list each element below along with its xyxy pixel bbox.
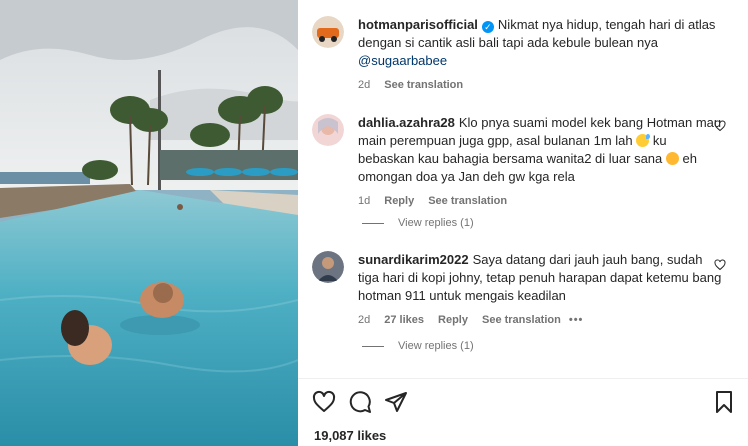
avatar[interactable] (312, 251, 344, 283)
comment-row: sunardikarim2022 Saya datang dari jauh ja… (312, 251, 738, 329)
caption-row: hotmanparisofficial ✓ Nikmat nya hidup, te… (312, 16, 738, 94)
comment-likes[interactable]: 27 likes (384, 311, 424, 329)
caption-see-translation[interactable]: See translation (384, 76, 463, 94)
reply-button[interactable]: Reply (384, 192, 414, 210)
post-side-panel: hotmanparisofficial ✓ Nikmat nya hidup, te… (298, 0, 748, 446)
divider-line (362, 345, 384, 347)
post-actions (312, 390, 736, 414)
more-options-icon[interactable]: ••• (569, 311, 584, 329)
comment-username[interactable]: dahlia.azahra28 (358, 115, 455, 130)
comment-username[interactable]: sunardikarim2022 (358, 252, 469, 267)
post-image[interactable] (0, 0, 298, 446)
view-replies-button[interactable]: View replies (1) (362, 217, 474, 229)
pool-photo (0, 0, 298, 446)
view-replies-label: View replies (1) (398, 217, 474, 229)
caption-age[interactable]: 2d (358, 76, 370, 94)
caption-mention[interactable]: @sugaarbabee (358, 53, 447, 68)
view-replies-button[interactable]: View replies (1) (362, 340, 474, 352)
small-heart-icon[interactable] (714, 120, 726, 132)
heart-icon[interactable] (312, 390, 336, 414)
verified-badge-icon: ✓ (481, 21, 494, 33)
send-icon[interactable] (384, 390, 408, 414)
see-translation-button[interactable]: See translation (482, 311, 561, 329)
view-replies-label: View replies (1) (398, 340, 474, 352)
comment-row: dahlia.azahra28 Klo pnya suami model kek … (312, 114, 738, 210)
comment-icon[interactable] (348, 390, 372, 414)
reply-button[interactable]: Reply (438, 311, 468, 329)
likes-count[interactable]: 19,087 likes (314, 428, 386, 443)
small-heart-icon[interactable] (714, 259, 726, 271)
actions-divider (298, 378, 748, 379)
comment-age[interactable]: 1d (358, 192, 370, 210)
divider-line (362, 222, 384, 224)
see-translation-button[interactable]: See translation (428, 192, 507, 210)
avatar[interactable] (312, 114, 344, 146)
caption-username[interactable]: hotmanparisofficial (358, 17, 478, 32)
wink-emoji-icon (665, 152, 679, 165)
avatar[interactable] (312, 16, 344, 48)
comment-age[interactable]: 2d (358, 311, 370, 329)
sweat-smile-emoji-icon (636, 134, 651, 147)
bookmark-icon[interactable] (712, 390, 736, 414)
